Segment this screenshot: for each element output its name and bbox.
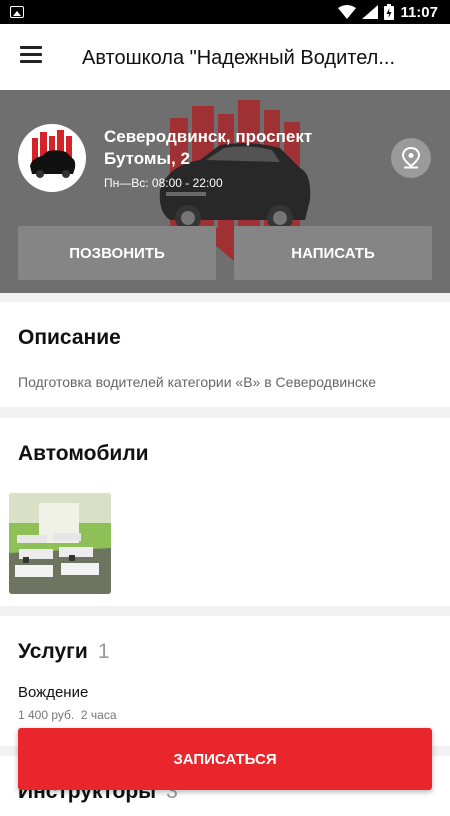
image-notification-icon [10,6,24,18]
location-pin-icon [401,147,421,169]
school-address: Северодвинск, проспект Бутомы, 2 [104,127,313,168]
hero-section: Северодвинск, проспект Бутомы, 2 Пн—Вс: … [0,90,450,293]
services-card: Услуги 1 Вождение 1 400 руб. 2 часа [0,616,450,746]
signup-button[interactable]: ЗАПИСАТЬСЯ [18,728,432,790]
service-name[interactable]: Вождение [18,684,88,701]
cars-title: Автомобили [18,442,149,465]
service-meta: 1 400 руб. 2 часа [18,708,117,722]
description-card: Описание Подготовка водителей категории … [0,302,450,407]
wifi-icon [338,5,357,19]
school-logo [18,124,86,192]
location-button[interactable] [391,138,431,178]
page-title: Автошкола "Надежный Водител... [82,47,395,69]
app-bar: Автошкола "Надежный Водител... [0,24,450,90]
services-count: 1 [97,640,110,663]
description-title: Описание [18,326,121,349]
services-title-text: Услуги [18,640,88,663]
status-bar: 11:07 [0,0,450,24]
service-price: 1 400 руб. [18,708,75,722]
battery-icon [384,4,395,20]
menu-icon[interactable] [20,46,42,63]
cars-card: Автомобили [0,418,450,606]
services-title: Услуги 1 [18,640,110,664]
write-button[interactable]: НАПИСАТЬ [234,226,432,280]
signal-icon [362,5,379,19]
service-duration: 2 часа [80,708,117,722]
status-icons: 11:07 [338,3,438,21]
call-button[interactable]: ПОЗВОНИТЬ [18,226,216,280]
working-hours: Пн—Вс: 08:00 - 22:00 [104,176,223,190]
clock: 11:07 [400,3,438,21]
description-text: Подготовка водителей категории «В» в Сев… [18,374,376,390]
car-photo[interactable] [9,493,111,594]
